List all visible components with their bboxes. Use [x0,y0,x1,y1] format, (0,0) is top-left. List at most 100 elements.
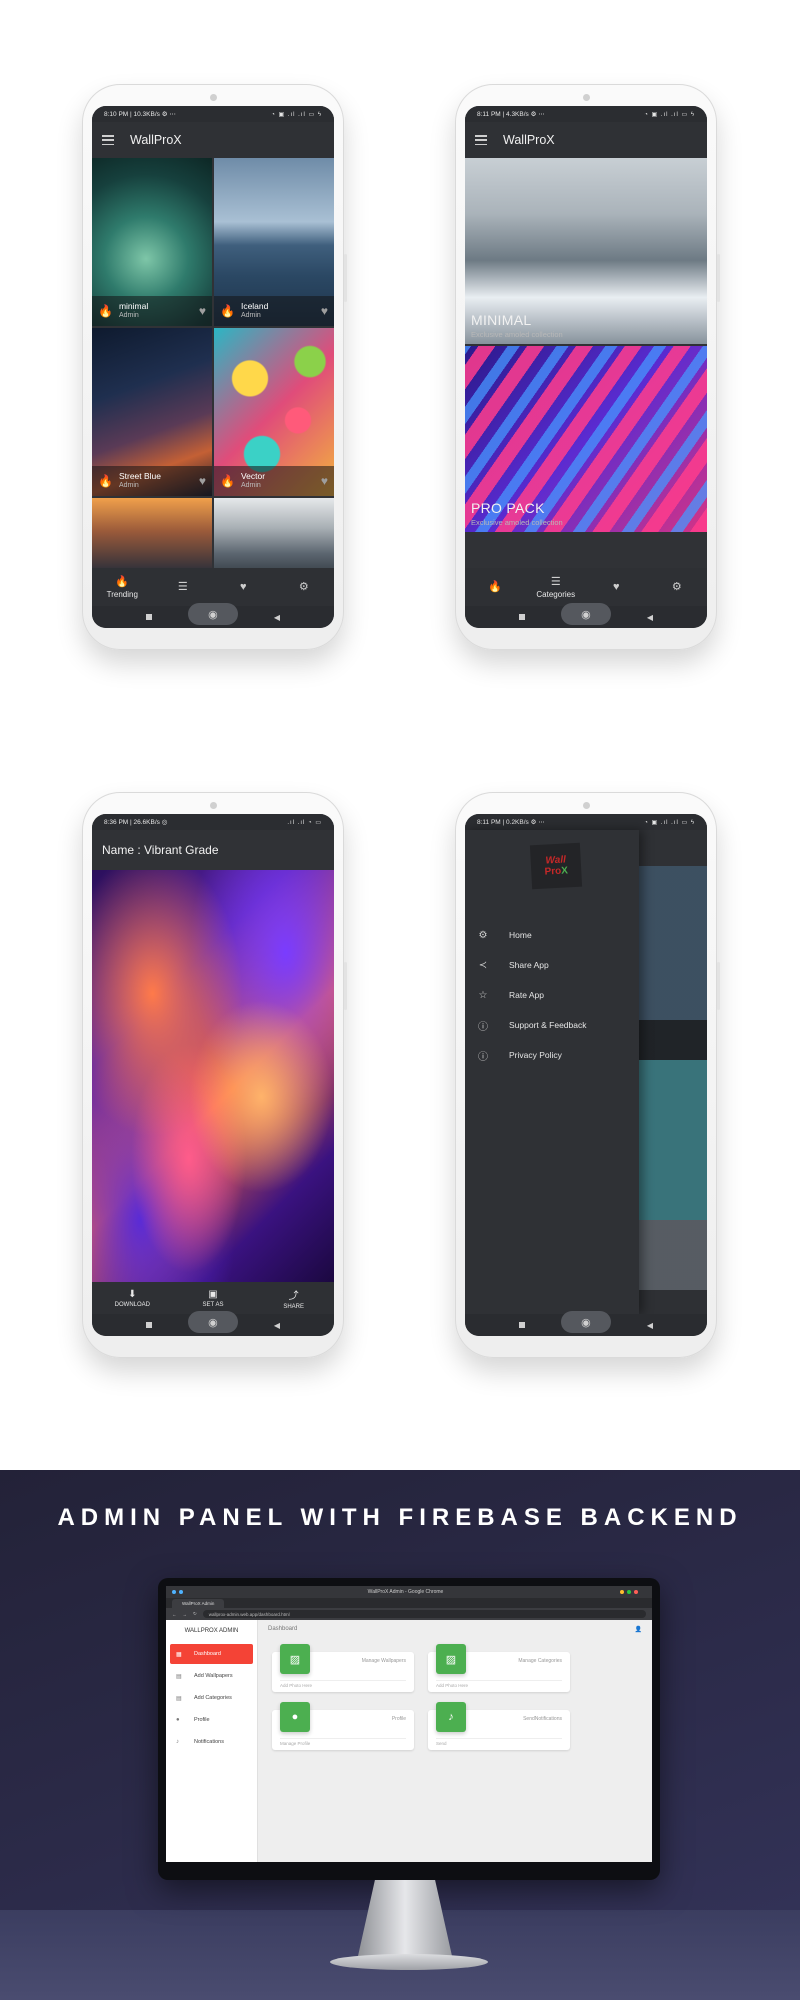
nav-trending[interactable]: 🔥 Trending [92,568,153,606]
card-profile[interactable]: ● Profile Manage Profile [272,1702,414,1750]
status-bar: 8:11 PM | 0.2KB/s ⚙ ⋯ ◔ ▣ .ıl .ıl ▭ ϟ [465,814,707,830]
bottom-nav: 🔥 ☰ Categories ♥ ⚙ [465,568,707,606]
drawer-item-privacy[interactable]: ⓘ Privacy Policy [465,1040,639,1070]
drawer-item-rate[interactable]: ☆ Rate App [465,980,639,1010]
card-footer: Add Photo Here [436,1680,562,1688]
card-manage-wallpapers[interactable]: ▨ Manage Wallpapers Add Photo Here [272,1644,414,1692]
tile-author: Admin [240,482,261,489]
nav-settings[interactable]: ⚙ [647,568,708,606]
user-icon: ● [176,1717,180,1723]
home-icon[interactable]: ◉ [560,1311,611,1333]
status-icons: .ıl .ıl ◔ ▭ [287,819,322,826]
list-icon: ☰ [550,575,561,588]
drawer-item-support[interactable]: ⓘ Support & Feedback [465,1010,639,1040]
tile-info: 🔥 Street Blue Admin ♥ [92,466,212,496]
sidebar-item-dashboard[interactable]: ▦ Dashboard [170,1644,253,1664]
recents-icon[interactable] [518,614,525,620]
bottom-nav: 🔥 Trending ☰ ♥ ⚙ [92,568,334,606]
heart-icon: ♥ [239,581,247,593]
menu-icon[interactable] [102,135,114,145]
fire-icon: 🔥 [488,581,503,593]
sidebar-item-add-categories[interactable]: ▤ Add Categories [170,1688,253,1708]
image-icon: ▨ [280,1644,310,1674]
wallpaper-tile[interactable] [214,498,334,572]
earpiece [583,802,590,809]
heart-icon[interactable]: ♥ [321,304,328,318]
sidebar-item-notifications[interactable]: ♪ Notifications [170,1732,253,1752]
browser-tab[interactable]: WallProX Admin [172,1599,225,1608]
nav-settings[interactable]: ⚙ [274,568,335,606]
recents-icon[interactable] [518,1322,525,1328]
image-icon: ▨ [436,1644,466,1674]
wallpaper-tile[interactable]: 🔥 Vector Admin ♥ [214,328,334,496]
screen-categories: 8:11 PM | 4.3KB/s ⚙ ⋯ ◔ ▣ .ıl .ıl ▭ ϟ Wa… [465,106,707,628]
nav-categories[interactable]: ☰ Categories [526,568,587,606]
category-card[interactable]: PRO PACK Exclusive amoled collection [465,346,707,532]
share-button[interactable]: ⤴ SHARE [253,1282,334,1314]
tile-info: 🔥 Iceland Admin ♥ [214,296,334,326]
tile-name: minimal [118,301,149,311]
card-send-notifications[interactable]: ♪ SendNotifications Send [428,1702,570,1750]
help-icon: ⓘ [478,1051,488,1063]
app-title: WallProX [503,133,555,147]
home-icon[interactable]: ◉ [560,603,611,625]
recents-icon[interactable] [145,614,152,620]
category-card[interactable]: MINIMAL Exclusive amoled collection [465,158,707,344]
action-bar: ⬇ DOWNLOAD ▣ SET AS ⤴ SHARE [92,1282,334,1314]
nav-favorites[interactable]: ♥ [586,568,647,606]
reload-icon[interactable]: ↻ [193,1611,197,1617]
app-title: WallProX [130,133,182,147]
dashboard-icon: ▦ [176,1651,182,1658]
tile-author: Admin [118,312,139,319]
home-icon[interactable]: ◉ [187,603,238,625]
dimmed-content[interactable] [635,830,707,1314]
back-icon[interactable]: ◀ [647,1321,653,1330]
set-as-button[interactable]: ▣ SET AS [173,1282,254,1314]
back-icon[interactable]: ◀ [274,1321,280,1330]
monitor-screen: WallProX Admin - Google Chrome WallProX … [166,1586,652,1862]
sidebar-item-add-wallpapers[interactable]: ▤ Add Wallpapers [170,1666,253,1686]
app-bar: WallProX [465,122,707,158]
nav-trending[interactable]: 🔥 [465,568,526,606]
drawer-item-label: Rate App [509,990,544,1000]
drawer-item-home[interactable]: ⚙ Home [465,920,639,950]
status-bar: 8:36 PM | 26.6KB/s ◎ .ıl .ıl ◔ ▭ [92,814,334,830]
star-icon: ☆ [478,989,488,1001]
side-button [344,962,347,1010]
admin-main: Dashboard 👤 ▨ Manage Wallpapers Add Photo … [258,1620,652,1862]
nav-categories[interactable]: ☰ [153,568,214,606]
nav-favorites[interactable]: ♥ [213,568,274,606]
fire-icon: 🔥 [220,304,235,318]
back-icon[interactable]: ◀ [647,613,653,622]
drawer-item-label: Support & Feedback [509,1020,587,1030]
back-icon[interactable]: ← [172,1612,177,1617]
drawer-item-label: Privacy Policy [509,1050,562,1060]
share-icon: ⤴ [288,1290,299,1302]
recents-icon[interactable] [145,1322,152,1328]
category-subtitle: Exclusive amoled collection [471,330,563,339]
drawer-item-share[interactable]: ≺ Share App [465,950,639,980]
forward-icon[interactable]: → [183,1612,188,1617]
category-title: PRO PACK [471,500,545,516]
sidebar-item-profile[interactable]: ● Profile [170,1710,253,1730]
card-footer: Add Photo Here [280,1680,406,1688]
heart-icon[interactable]: ♥ [199,474,206,488]
wallpaper-tile[interactable]: 🔥 Iceland Admin ♥ [214,158,334,326]
heart-icon[interactable]: ♥ [321,474,328,488]
tile-info: 🔥 Vector Admin ♥ [214,466,334,496]
card-manage-categories[interactable]: ▨ Manage Categories Add Photo Here [428,1644,570,1692]
download-button[interactable]: ⬇ DOWNLOAD [92,1282,173,1314]
account-icon[interactable]: 👤 [635,1626,642,1633]
wallpaper-tile[interactable] [92,498,212,572]
fire-icon: 🔥 [98,474,113,488]
back-icon[interactable]: ◀ [274,613,280,622]
gear-icon: ⚙ [478,929,488,941]
wallpaper-tile[interactable]: 🔥 Street Blue Admin ♥ [92,328,212,496]
menu-icon[interactable] [475,135,487,145]
home-icon[interactable]: ◉ [187,1311,238,1333]
status-left: 8:11 PM | 0.2KB/s ⚙ ⋯ [477,819,545,826]
wallpaper-tile[interactable]: 🔥 minimal Admin ♥ [92,158,212,326]
address-bar[interactable]: wallprox-admin.web.app/dashboard.html [202,1610,646,1618]
monitor-stand [358,1880,452,1956]
heart-icon[interactable]: ♥ [199,304,206,318]
